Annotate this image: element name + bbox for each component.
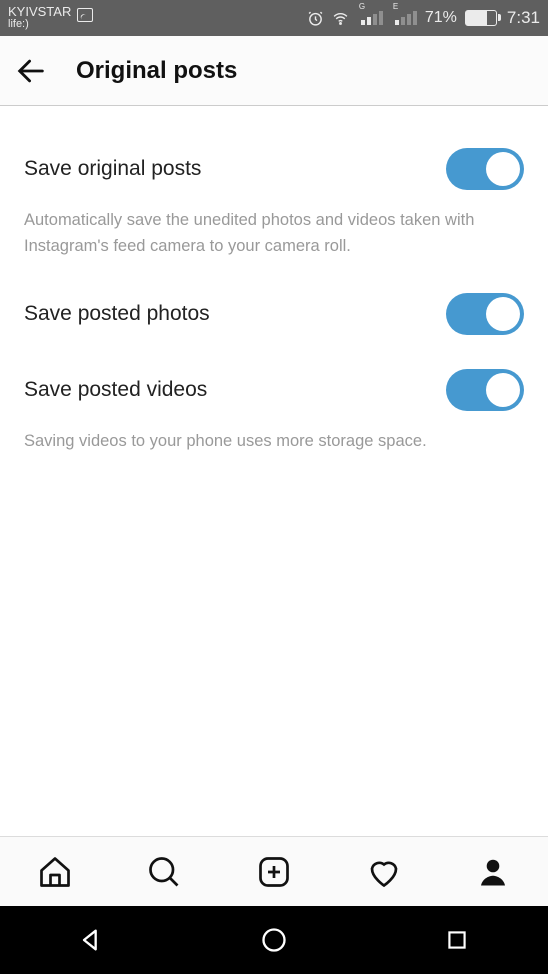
profile-icon[interactable] <box>475 854 511 890</box>
bottom-nav <box>0 836 548 906</box>
settings-content: Save original posts Automatically save t… <box>0 106 548 836</box>
status-right: G E 71% 7:31 <box>307 8 540 28</box>
add-post-icon[interactable] <box>256 854 292 890</box>
setting-save-posted-photos: Save posted photos <box>24 283 524 345</box>
app-header: Original posts <box>0 36 548 106</box>
android-home-button[interactable] <box>256 922 292 958</box>
home-icon[interactable] <box>37 854 73 890</box>
toggle-save-original-posts[interactable] <box>446 148 524 190</box>
status-left: KYIVSTAR life:) <box>8 5 93 30</box>
alarm-icon <box>307 10 324 27</box>
wifi-icon <box>332 10 349 27</box>
setting-description: Saving videos to your phone uses more st… <box>24 429 524 455</box>
setting-description: Automatically save the unedited photos a… <box>24 208 524 259</box>
setting-label: Save posted videos <box>24 378 207 402</box>
system-nav <box>0 906 548 974</box>
page-title: Original posts <box>76 57 237 85</box>
battery-icon <box>465 10 497 26</box>
toggle-save-posted-photos[interactable] <box>446 293 524 335</box>
carrier-name: KYIVSTAR <box>8 5 71 19</box>
signal-1: G <box>361 11 383 25</box>
battery-percent: 71% <box>425 9 457 27</box>
carrier-subtext: life:) <box>8 19 71 31</box>
setting-label: Save posted photos <box>24 302 210 326</box>
back-button[interactable] <box>14 54 48 88</box>
android-back-button[interactable] <box>73 922 109 958</box>
screenshot-icon <box>77 8 93 22</box>
status-bar: KYIVSTAR life:) G E 71% 7:31 <box>0 0 548 36</box>
setting-label: Save original posts <box>24 157 201 181</box>
setting-save-posted-videos: Save posted videos <box>24 359 524 421</box>
clock: 7:31 <box>507 8 540 28</box>
signal-2: E <box>395 11 417 25</box>
search-icon[interactable] <box>146 854 182 890</box>
android-recent-button[interactable] <box>439 922 475 958</box>
setting-save-original-posts: Save original posts <box>24 138 524 200</box>
toggle-save-posted-videos[interactable] <box>446 369 524 411</box>
activity-heart-icon[interactable] <box>366 854 402 890</box>
